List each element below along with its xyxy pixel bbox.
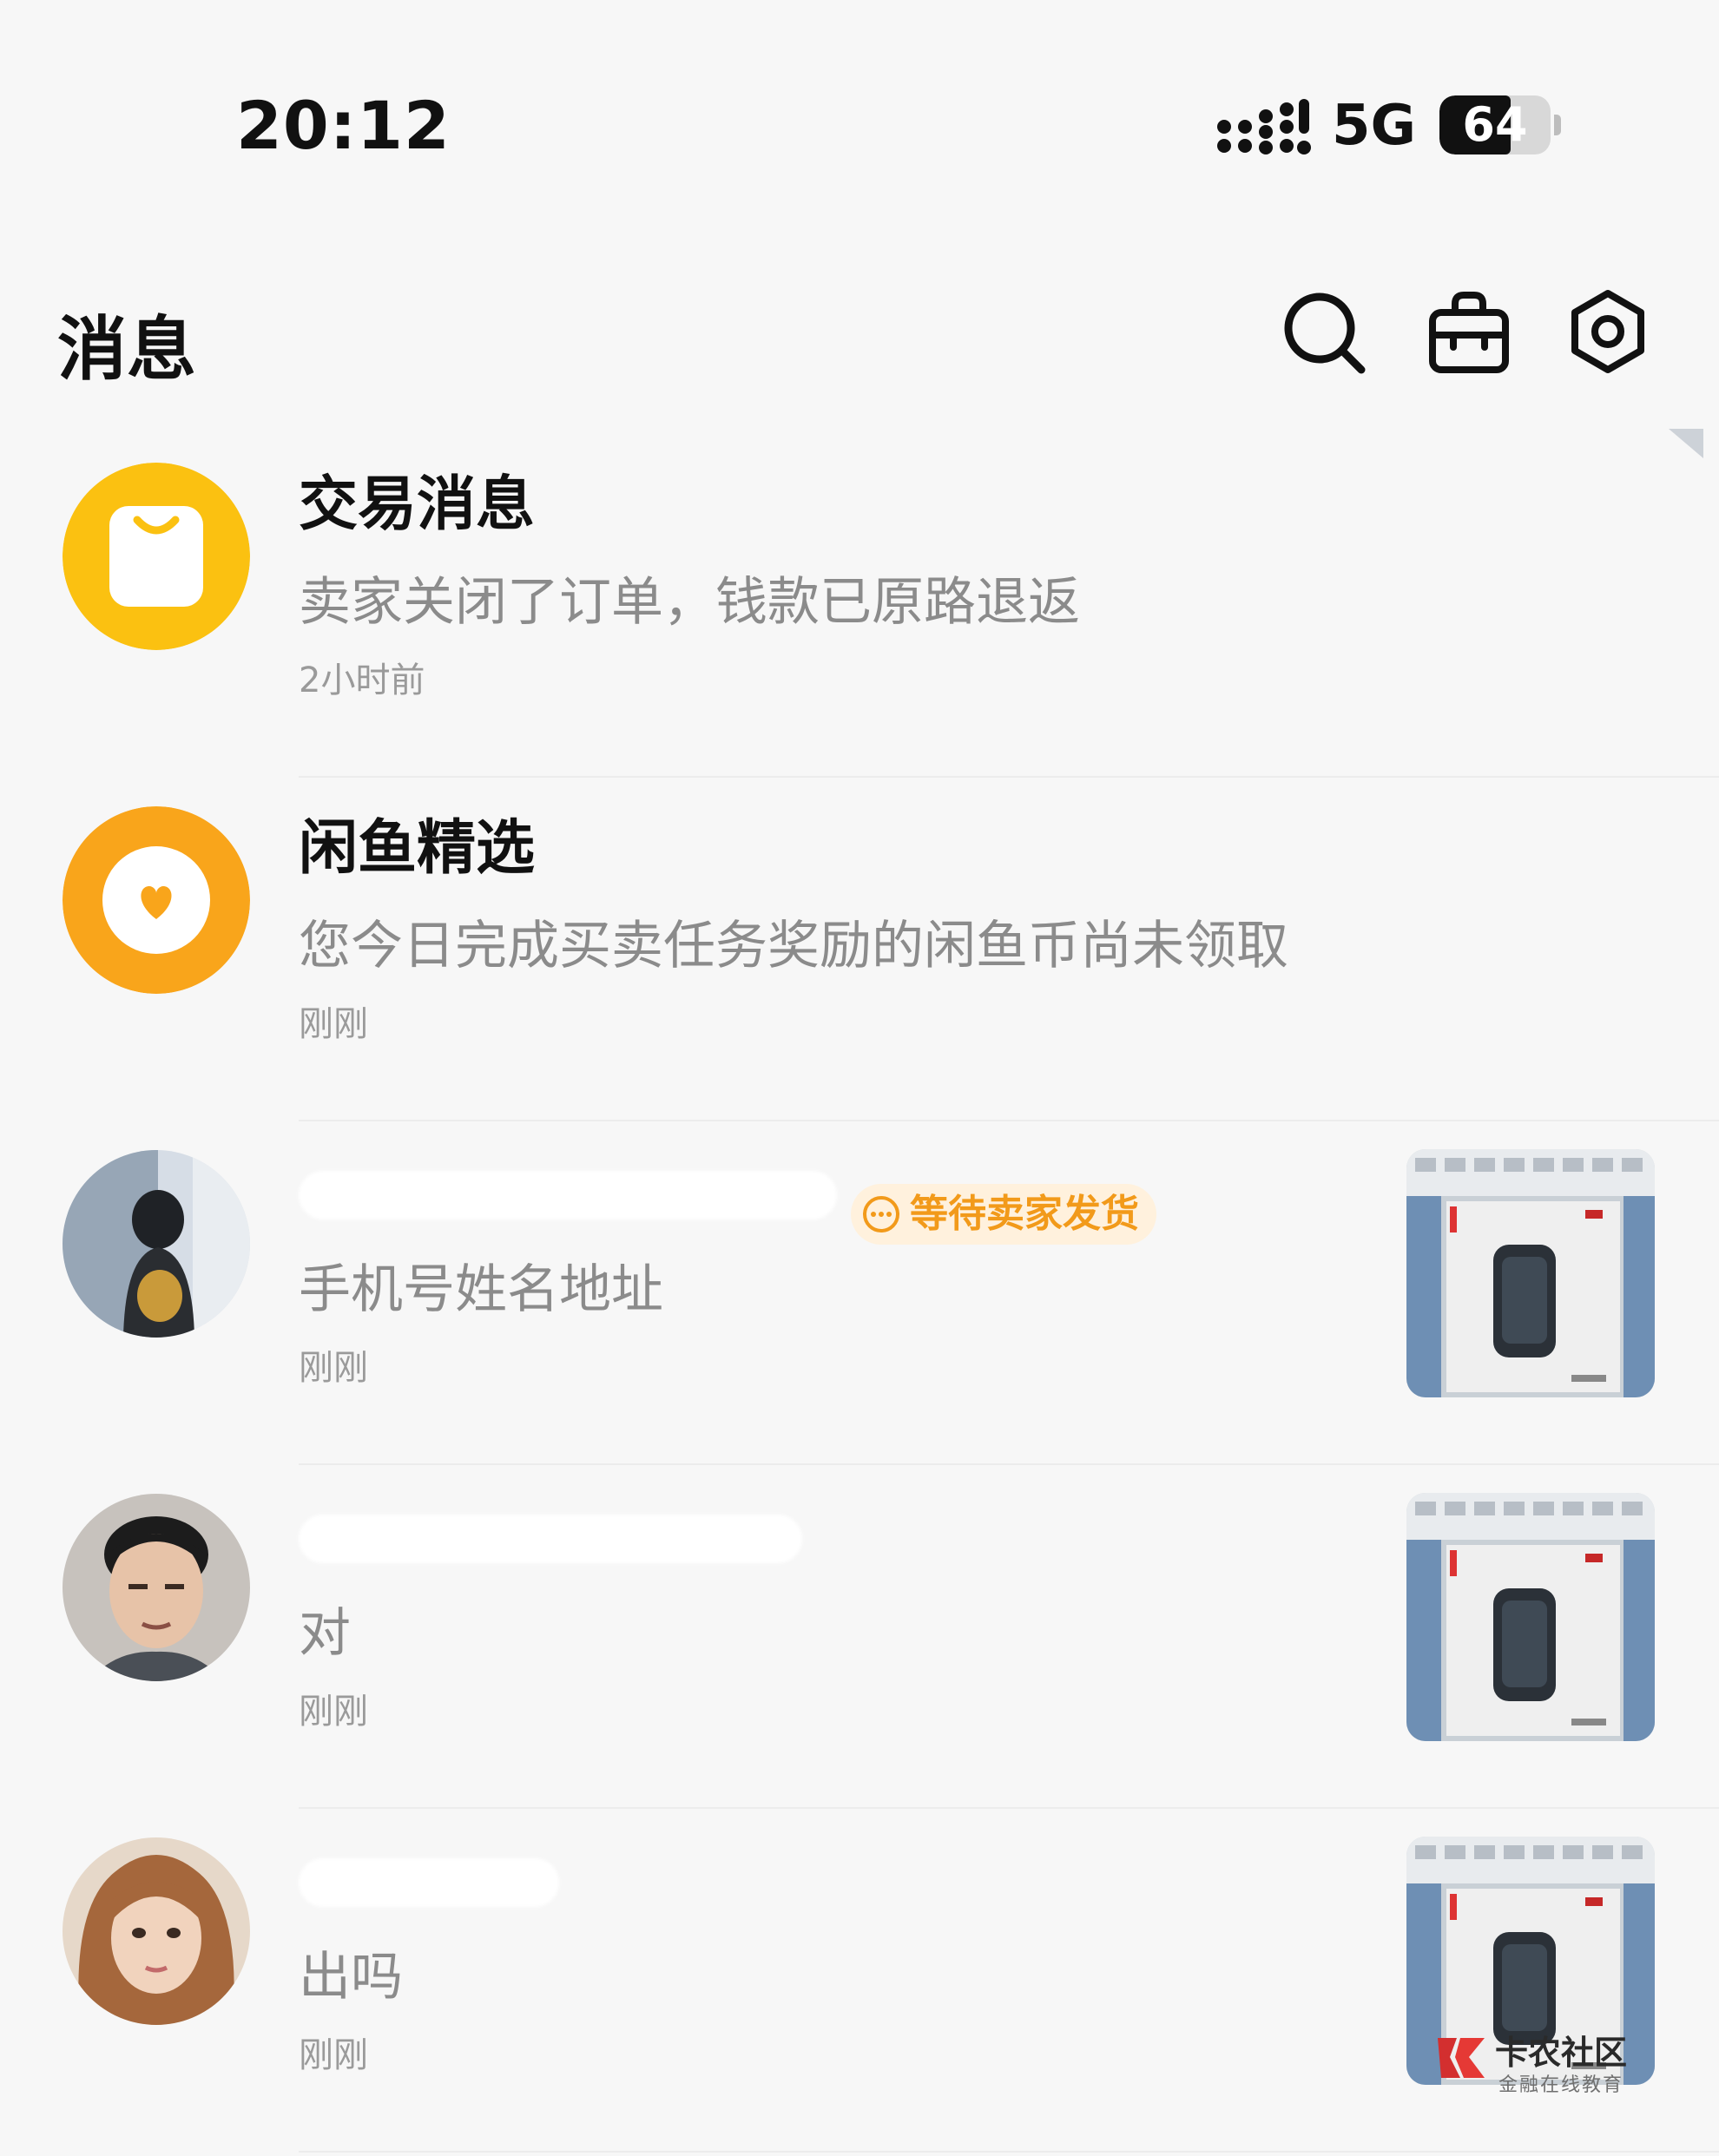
trade-bag-avatar-icon: [63, 463, 250, 650]
status-bar: 20:12 5G 64: [0, 0, 1719, 191]
conversation-user-2[interactable]: 对 刚刚: [0, 1465, 1719, 1809]
watermark-title: 卡农社区: [1495, 2034, 1628, 2072]
order-status-text: 等待卖家发货: [910, 1192, 1139, 1236]
watermark-subtitle: 金融在线教育: [1498, 2074, 1624, 2096]
user-avatar: [63, 1494, 250, 1681]
conversation-preview: 出吗: [299, 1947, 403, 2008]
conversation-name: [299, 1156, 1340, 1229]
kanong-logo-icon: [1438, 2038, 1485, 2078]
conversation-name: 闲鱼精选: [299, 814, 536, 883]
shopping-bag-icon[interactable]: [1424, 286, 1514, 377]
ellipsis-circle-icon: [863, 1196, 899, 1232]
conversation-time: 刚刚: [299, 1692, 368, 1732]
signal-strength-icon: [1217, 99, 1311, 154]
conversation-preview: 手机号姓名地址: [299, 1259, 663, 1320]
conversation-trade-messages[interactable]: 交易消息 卖家关闭了订单，钱款已原路退返 2小时前: [0, 434, 1719, 778]
watermark: 卡农社区 金融在线教育: [1434, 2026, 1643, 2096]
battery-percentage: 64: [1462, 97, 1528, 152]
product-thumbnail[interactable]: [1406, 1149, 1655, 1397]
battery-cap: [1554, 115, 1561, 135]
conversation-user-1[interactable]: 手机号姓名地址 刚刚 等待卖家发货: [0, 1121, 1719, 1465]
page-title: 消息: [57, 309, 196, 390]
battery-icon: 64: [1439, 95, 1551, 154]
conversation-name: [299, 1500, 1340, 1573]
order-status-badge: 等待卖家发货: [851, 1184, 1156, 1245]
conversation-name: 交易消息: [299, 470, 536, 539]
user-avatar: [63, 1150, 250, 1338]
settings-icon[interactable]: [1563, 286, 1653, 377]
conversation-time: 2小时前: [299, 661, 425, 700]
conversation-xianyu-picks[interactable]: 闲鱼精选 您今日完成买卖任务奖励的闲鱼币尚未领取 刚刚: [0, 778, 1719, 1121]
conversation-time: 刚刚: [299, 1004, 368, 1044]
conversation-list: 交易消息 卖家关闭了订单，钱款已原路退返 2小时前 闲鱼精选 您今日完成买卖任务…: [0, 434, 1719, 2153]
redaction-mark: [299, 1858, 559, 1908]
heart-avatar-icon: [63, 806, 250, 994]
network-type: 5G: [1332, 94, 1417, 158]
conversation-user-3[interactable]: 出吗 刚刚: [0, 1809, 1719, 2153]
product-thumbnail[interactable]: [1406, 1493, 1655, 1741]
conversation-time: 刚刚: [299, 2035, 368, 2075]
search-icon[interactable]: [1278, 286, 1368, 377]
conversation-time: 刚刚: [299, 1348, 368, 1388]
redaction-mark: [299, 1515, 802, 1564]
conversation-preview: 您今日完成买卖任务奖励的闲鱼币尚未领取: [299, 916, 1288, 976]
status-time: 20:12: [236, 87, 451, 164]
divider: [299, 2151, 1719, 2153]
page-header: 消息: [0, 260, 1719, 399]
user-avatar: [63, 1837, 250, 2025]
redaction-mark: [299, 1171, 837, 1220]
conversation-preview: 卖家关闭了订单，钱款已原路退返: [299, 572, 1080, 633]
conversation-preview: 对: [299, 1603, 351, 1664]
conversation-name: [299, 1844, 1340, 1916]
